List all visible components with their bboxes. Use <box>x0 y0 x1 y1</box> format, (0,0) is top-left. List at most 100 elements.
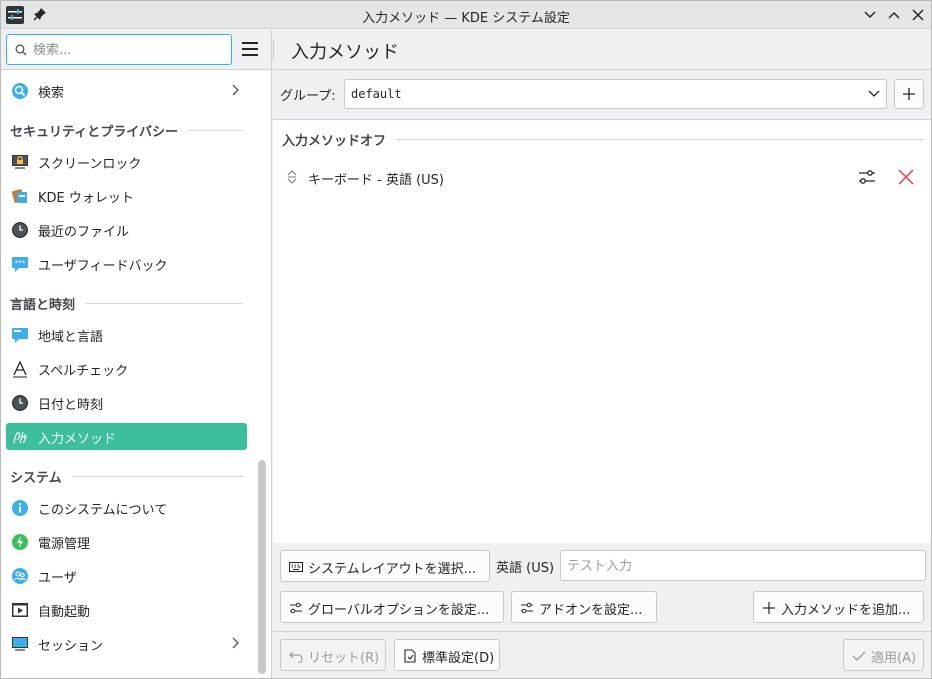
sidebar-item-label: ユーザ <box>38 571 77 586</box>
wallet-icon <box>11 189 27 203</box>
drag-handle-icon[interactable] <box>286 169 298 185</box>
maximize-button[interactable] <box>886 7 902 23</box>
test-input[interactable] <box>567 557 917 575</box>
page-title: 入力メソッド <box>291 42 399 63</box>
group-combobox-value: default <box>351 87 402 101</box>
close-icon <box>912 9 924 21</box>
group-combobox[interactable]: default <box>344 79 887 109</box>
sidebar-item-autostart[interactable]: 自動起動 <box>6 596 247 623</box>
svg-text:***: *** <box>15 259 26 267</box>
window-title: 入力メソッド — KDE システム設定 <box>362 11 570 26</box>
sidebar-item-date-time[interactable]: 日付と時刻 <box>6 389 247 416</box>
button-label: システムレイアウトを選択... <box>308 562 477 577</box>
sidebar-item-label: 検索 <box>38 86 65 101</box>
footer-divider <box>273 631 931 632</box>
chevron-right-icon <box>232 637 239 649</box>
keyboard-icon <box>289 562 303 572</box>
region-icon <box>12 328 28 343</box>
checkmark-icon <box>852 651 866 661</box>
add-input-method-button[interactable]: 入力メソッドを追加... <box>753 591 924 623</box>
sidebar-item-power-management[interactable]: 電源管理 <box>6 528 247 555</box>
sidebar-item-label: スペルチェック <box>38 364 129 379</box>
clock-icon <box>12 222 28 238</box>
list-item[interactable]: キーボード - 英語 (US) <box>273 160 931 194</box>
main-header: 入力メソッド <box>273 30 931 70</box>
sidebar-item-kde-wallet[interactable]: KDE ウォレット <box>6 182 247 209</box>
sidebar-item-screen-lock[interactable]: スクリーンロック <box>6 148 247 175</box>
users-icon <box>12 568 28 584</box>
chevron-down-icon <box>864 11 876 19</box>
sidebar-header <box>1 30 271 70</box>
apply-button[interactable]: 適用(A) <box>843 639 924 671</box>
hamburger-menu-icon[interactable] <box>242 42 258 56</box>
sidebar-item-label: 電源管理 <box>38 537 91 552</box>
sidebar-item-label: 入力メソッド <box>38 432 117 447</box>
section-label: 言語と時刻 <box>10 294 86 313</box>
plus-icon <box>903 88 915 100</box>
plus-icon <box>763 602 775 614</box>
sidebar: 検索 セキュリティとプライバシー スクリーンロック KDE ウォレット 最近のフ… <box>1 30 272 678</box>
sidebar-item-search[interactable]: 検索 <box>6 77 247 104</box>
sidebar-item-spellcheck[interactable]: スペルチェック <box>6 355 247 382</box>
button-label: リセット(R) <box>308 651 380 666</box>
chevron-up-icon <box>888 11 900 19</box>
sidebar-item-about-system[interactable]: このシステムについて <box>6 494 247 521</box>
configure-icon <box>521 602 533 614</box>
input-method-list: 入力メソッドオフ キーボード - 英語 (US) <box>273 120 931 543</box>
test-input-field[interactable] <box>560 550 926 581</box>
session-icon <box>12 637 28 651</box>
button-label: アドオンを設定... <box>539 603 643 618</box>
info-icon <box>12 500 28 516</box>
configure-addons-button[interactable]: アドオンを設定... <box>511 591 657 623</box>
section-label: セキュリティとプライバシー <box>10 121 188 140</box>
sidebar-item-input-method[interactable]: 入力メソッド <box>6 423 247 450</box>
chevron-down-icon <box>868 90 880 97</box>
spellcheck-icon <box>13 360 27 378</box>
remove-icon[interactable] <box>897 168 915 186</box>
section-label: システム <box>10 467 72 486</box>
sidebar-item-user-feedback[interactable]: *** ユーザフィードバック <box>6 250 247 277</box>
document-icon <box>404 649 416 663</box>
clock-icon <box>12 395 28 411</box>
close-window-button[interactable] <box>910 7 926 23</box>
power-icon <box>12 534 28 550</box>
search-icon <box>12 83 28 99</box>
sidebar-item-label: スクリーンロック <box>38 157 142 172</box>
sidebar-scrollbar[interactable] <box>258 460 266 674</box>
screen-lock-icon <box>12 155 28 169</box>
layout-language-label: 英語 (US) <box>496 561 555 576</box>
sidebar-item-label: ユーザフィードバック <box>38 259 168 274</box>
sidebar-item-label: このシステムについて <box>38 503 168 518</box>
configure-icon[interactable] <box>858 168 876 186</box>
sidebar-item-session[interactable]: セッション <box>6 630 247 657</box>
add-group-button[interactable] <box>894 79 924 109</box>
sidebar-list: 検索 セキュリティとプライバシー スクリーンロック KDE ウォレット 最近のフ… <box>1 71 251 678</box>
autostart-icon <box>12 603 28 617</box>
reset-button[interactable]: リセット(R) <box>280 639 386 671</box>
sidebar-item-recent-files[interactable]: 最近のファイル <box>6 216 247 243</box>
chevron-right-icon <box>232 84 239 96</box>
input-method-name: キーボード - 英語 (US) <box>308 173 444 188</box>
search-field[interactable] <box>6 34 232 65</box>
configure-global-options-button[interactable]: グローバルオプションを設定... <box>280 591 504 623</box>
input-method-icon <box>13 431 27 444</box>
sidebar-item-label: 日付と時刻 <box>38 398 104 413</box>
undo-icon <box>289 651 303 663</box>
sidebar-section-system: システム <box>10 467 243 486</box>
sidebar-item-users[interactable]: ユーザ <box>6 562 247 589</box>
sidebar-item-region-language[interactable]: 地域と言語 <box>6 321 247 348</box>
select-system-layout-button[interactable]: システムレイアウトを選択... <box>280 550 490 582</box>
titlebar: 入力メソッド — KDE システム設定 <box>1 1 931 29</box>
settings-window: 入力メソッド — KDE システム設定 検索... 検索 セキュリティとプライバ… <box>0 0 932 679</box>
sidebar-section-security: セキュリティとプライバシー <box>10 121 243 140</box>
minimize-button[interactable] <box>862 7 878 23</box>
sidebar-section-language-time: 言語と時刻 <box>10 294 243 313</box>
input-method-group-header: 入力メソッドオフ <box>282 130 924 149</box>
button-label: 入力メソッドを追加... <box>781 603 911 618</box>
sidebar-item-label: KDE ウォレット <box>38 191 134 206</box>
input-method-group-label: 入力メソッドオフ <box>282 130 397 149</box>
search-input[interactable] <box>33 40 223 60</box>
content-area: グループ: default 入力メソッドオフ キーボード - 英語 (US) シ <box>273 71 931 678</box>
sidebar-item-label: 最近のファイル <box>38 225 130 240</box>
defaults-button[interactable]: 標準設定(D) <box>394 639 500 671</box>
